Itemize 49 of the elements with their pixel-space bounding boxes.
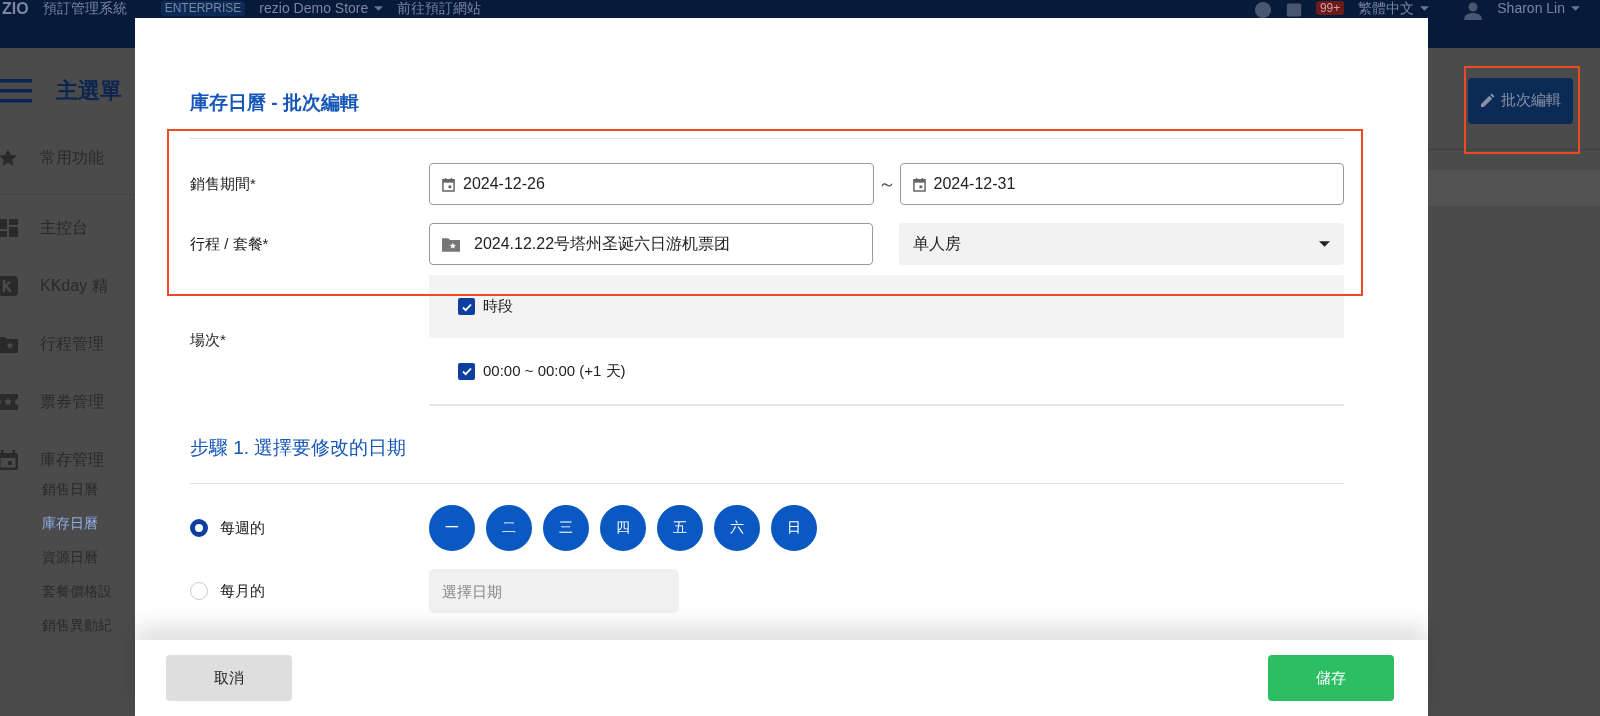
radio-label: 每週的 (220, 518, 265, 538)
checkmark-icon (460, 365, 473, 377)
tour-field[interactable]: 2024.12.22号塔州圣诞六日游机票团 (429, 223, 873, 265)
radio-button[interactable] (190, 519, 208, 537)
field-label: 場次* (190, 331, 227, 350)
step-title: 步驟 1. 選擇要修改的日期 (190, 436, 408, 460)
weekday-toggle[interactable]: 日 (771, 505, 817, 551)
batch-edit-button[interactable]: 批次編輯 (1468, 77, 1573, 124)
range-separator: ～ (876, 173, 897, 196)
weekday-toggle[interactable]: 二 (486, 505, 532, 551)
star-icon (0, 148, 18, 168)
caret-icon (1571, 6, 1580, 11)
folder-star-icon (442, 236, 460, 252)
date-input-field[interactable]: 選擇日期 (429, 569, 679, 613)
dialog-title: 庫存日曆 - 批次編輯 (190, 91, 360, 115)
caret-icon (1319, 241, 1330, 247)
caret-icon (374, 6, 384, 11)
start-date-field[interactable]: 2024-12-26 (429, 163, 874, 205)
plan-badge: ENTERPRISE (160, 1, 246, 16)
field-label: 行程 / 套餐* (190, 234, 270, 254)
dashboard-icon (0, 218, 18, 238)
system-name: 預訂管理系統 (42, 0, 127, 17)
checkbox[interactable] (458, 298, 475, 315)
package-dropdown[interactable]: 单人房 (898, 223, 1344, 265)
sidebar-title: 主選單 (56, 77, 122, 105)
pencil-icon (1480, 93, 1495, 108)
weekday-toggle[interactable]: 三 (543, 505, 589, 551)
field-label: 銷售期間* (190, 174, 257, 194)
user-icon (1463, 1, 1484, 21)
weekday-toggle[interactable]: 一 (429, 505, 475, 551)
calendar-icon (442, 176, 455, 192)
logo: ZIO (2, 0, 29, 17)
save-button[interactable]: 儲存 (1268, 655, 1394, 701)
cancel-button[interactable]: 取消 (166, 655, 292, 701)
calendar-icon (912, 176, 926, 192)
site-link[interactable]: 前往預訂網站 (397, 0, 482, 17)
caret-icon (1420, 6, 1430, 11)
checkbox[interactable] (458, 362, 475, 380)
store-selector[interactable]: rezio Demo Store (259, 0, 384, 17)
notification-count: 99+ (1315, 1, 1345, 15)
weekday-toggle[interactable]: 六 (714, 505, 760, 551)
checkbox-label: 00:00 ~ 00:00 (+1 天) (483, 361, 626, 381)
weekday-toggle[interactable]: 四 (600, 505, 646, 551)
radio-label: 每月的 (220, 581, 265, 601)
end-date-field[interactable]: 2024-12-31 (899, 163, 1344, 205)
user-menu[interactable]: Sharon Lin (1497, 0, 1580, 17)
weekday-toggle[interactable]: 五 (657, 505, 703, 551)
checkbox-label: 時段 (483, 297, 513, 316)
language-selector[interactable]: 繁體中文 (1358, 0, 1430, 17)
